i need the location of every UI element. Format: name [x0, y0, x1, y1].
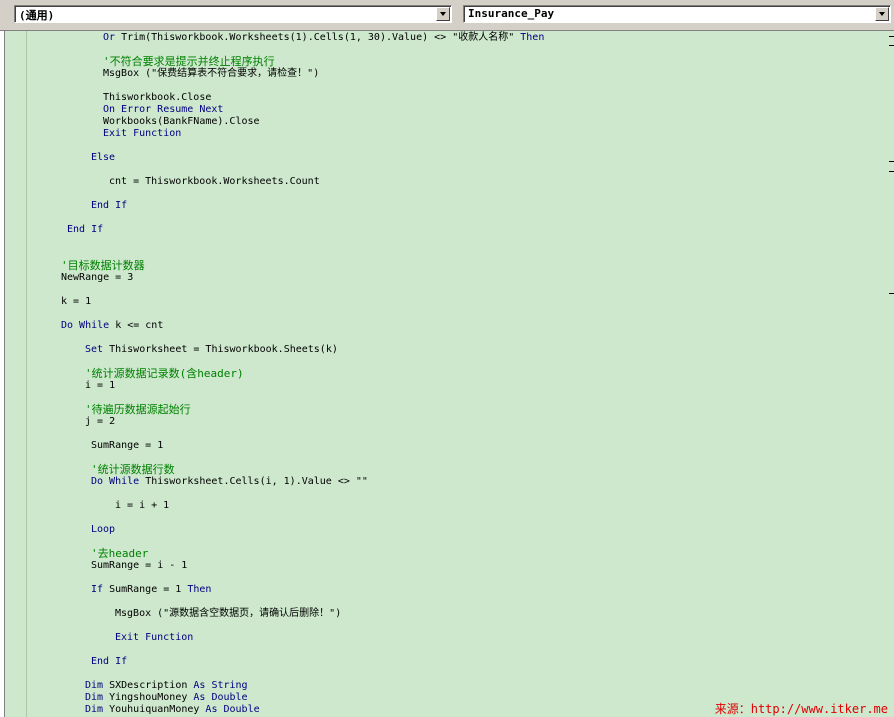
code-text: i = 1	[85, 380, 116, 391]
code-text: k <= cnt	[115, 320, 164, 331]
code-text: NewRange = 3	[61, 272, 134, 283]
code-line[interactable]: Else	[91, 152, 115, 164]
chevron-down-icon	[440, 12, 446, 16]
code-text: Thisworkbook.Close	[103, 92, 212, 103]
code-keyword: End If	[67, 224, 104, 235]
code-line[interactable]: Thisworkbook.Close	[103, 92, 211, 104]
object-dropdown-button[interactable]	[436, 7, 450, 21]
code-line[interactable]: i = i + 1	[115, 500, 169, 512]
code-editor[interactable]: Or Trim(Thisworkbook.Worksheets(1).Cells…	[27, 31, 894, 717]
code-line[interactable]: SumRange = 1	[91, 440, 163, 452]
code-keyword: Set	[85, 344, 110, 355]
code-line[interactable]: MsgBox ("源数据含空数据页，请确认后删除！")	[115, 608, 341, 620]
code-keyword: End If	[91, 200, 128, 211]
code-line[interactable]: Dim YingshouMoney As Double	[85, 692, 248, 704]
code-line[interactable]: NewRange = 3	[61, 272, 133, 284]
procedure-dropdown-button[interactable]	[875, 7, 889, 21]
code-keyword: Or	[103, 32, 122, 43]
code-text: j = 2	[85, 416, 116, 427]
code-text: Trim(Thisworkbook.Worksheets(1).Cells(1,…	[121, 32, 521, 43]
code-keyword: Then	[520, 32, 545, 43]
code-text: YingshouMoney	[109, 692, 194, 703]
code-comment: '待遍历数据源起始行	[85, 403, 191, 416]
code-line[interactable]: Exit Function	[103, 128, 181, 140]
code-line[interactable]: Dim SXDescription As String	[85, 680, 248, 692]
code-text: YouhuiquanMoney	[109, 704, 206, 715]
code-line[interactable]: Dim YouhuiquanMoney As Double	[85, 704, 260, 716]
split-mark	[889, 171, 894, 172]
code-text: SumRange = 1	[91, 440, 164, 451]
code-text: MsgBox ("源数据含空数据页，请确认后删除！")	[115, 608, 342, 619]
chevron-down-icon	[879, 12, 885, 16]
split-mark	[889, 45, 894, 46]
code-line[interactable]: MsgBox ("保费结算表不符合要求，请检查！")	[103, 68, 319, 80]
code-keyword: As String	[193, 680, 248, 691]
code-line[interactable]: Workbooks(BankFName).Close	[103, 116, 260, 128]
code-line[interactable]: cnt = Thisworkbook.Worksheets.Count	[109, 176, 320, 188]
code-text: MsgBox ("保费结算表不符合要求，请检查！")	[103, 68, 320, 79]
code-keyword: On Error Resume Next	[103, 104, 224, 115]
code-line[interactable]: Or Trim(Thisworkbook.Worksheets(1).Cells…	[103, 32, 544, 44]
code-line[interactable]: Do While Thisworksheet.Cells(i, 1).Value…	[91, 476, 368, 488]
code-window-toolbar: (通用) Insurance_Pay	[0, 0, 894, 31]
procedure-dropdown[interactable]: Insurance_Pay	[463, 5, 891, 23]
code-comment: '统计源数据记录数(含header)	[85, 367, 244, 380]
code-keyword: End If	[91, 656, 128, 667]
code-comment: '不符合要求是提示并终止程序执行	[103, 55, 275, 68]
code-keyword: Dim	[85, 680, 110, 691]
code-line[interactable]: SumRange = i - 1	[91, 560, 187, 572]
code-line[interactable]: End If	[91, 200, 127, 212]
code-line[interactable]: Exit Function	[115, 632, 193, 644]
code-keyword: Do While	[61, 320, 116, 331]
code-text: SumRange = i - 1	[91, 560, 188, 571]
code-text: SXDescription	[109, 680, 194, 691]
code-keyword: Exit Function	[115, 632, 194, 643]
code-text: Thisworksheet = Thisworkbook.Sheets(k)	[109, 344, 338, 355]
code-line[interactable]: Set Thisworksheet = Thisworkbook.Sheets(…	[85, 344, 338, 356]
object-dropdown[interactable]: (通用)	[14, 5, 452, 23]
code-line[interactable]: If SumRange = 1 Then	[91, 584, 211, 596]
code-line[interactable]: On Error Resume Next	[103, 104, 223, 116]
code-text: i = i + 1	[115, 500, 170, 511]
code-line[interactable]: j = 2	[85, 416, 115, 428]
object-dropdown-value: (通用)	[19, 9, 55, 22]
code-text: Thisworksheet.Cells(i, 1).Value <> ""	[145, 476, 368, 487]
code-line[interactable]: Do While k <= cnt	[61, 320, 163, 332]
code-line[interactable]: End If	[67, 224, 103, 236]
procedure-dropdown-value: Insurance_Pay	[468, 7, 555, 20]
code-keyword: As Double	[205, 704, 260, 715]
code-keyword: Else	[91, 152, 116, 163]
code-keyword: Dim	[85, 704, 110, 715]
code-line[interactable]: End If	[91, 656, 127, 668]
code-text: cnt = Thisworkbook.Worksheets.Count	[109, 176, 320, 187]
code-keyword: Exit Function	[103, 128, 182, 139]
split-bar-marks	[888, 31, 894, 717]
split-mark	[889, 161, 894, 162]
margin-edge	[0, 31, 5, 717]
code-line[interactable]: k = 1	[61, 296, 91, 308]
code-keyword: If	[91, 584, 110, 595]
code-comment: '目标数据计数器	[61, 259, 145, 272]
watermark-source: 来源：http://www.itker.me	[714, 702, 888, 716]
code-line[interactable]: Loop	[91, 524, 115, 536]
code-comment: '统计源数据行数	[91, 463, 175, 476]
code-keyword: As Double	[193, 692, 248, 703]
margin-indicator-bar[interactable]	[0, 31, 27, 717]
code-keyword: Then	[187, 584, 212, 595]
split-mark	[889, 36, 894, 37]
code-text: SumRange = 1	[109, 584, 188, 595]
code-keyword: Do While	[91, 476, 146, 487]
code-comment: '去header	[91, 547, 149, 560]
code-keyword: Dim	[85, 692, 110, 703]
split-mark	[889, 293, 894, 294]
code-text: Workbooks(BankFName).Close	[103, 116, 260, 127]
code-keyword: Loop	[91, 524, 116, 535]
code-text: k = 1	[61, 296, 92, 307]
code-line[interactable]: i = 1	[85, 380, 115, 392]
